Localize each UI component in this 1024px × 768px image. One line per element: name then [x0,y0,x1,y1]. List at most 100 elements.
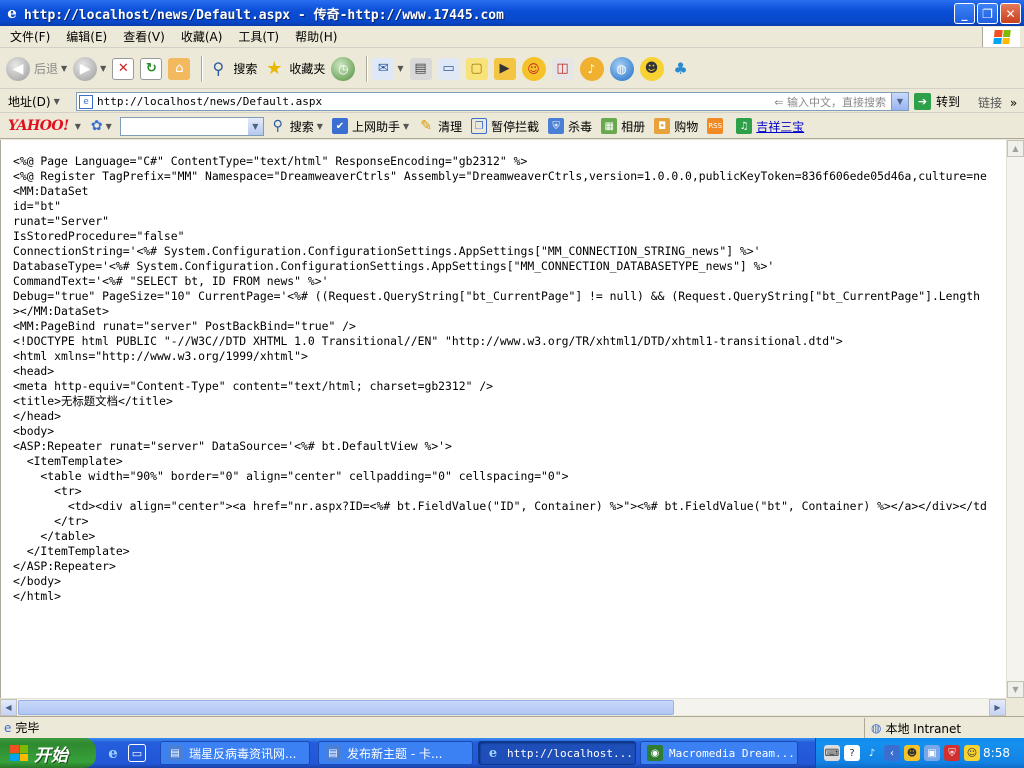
flower-dropdown-icon[interactable]: ▼ [106,122,112,131]
print-icon: ▤ [409,57,432,80]
address-url[interactable]: http://localhost/news/Default.aspx [97,95,322,108]
menu-edit[interactable]: 编辑(E) [60,28,113,45]
horizontal-scroll-thumb[interactable] [18,700,674,715]
clean-button[interactable]: ✎ 清理 [418,118,462,135]
source-line: <ASP:Repeater runat="server" DataSource=… [13,439,452,453]
task-localhost[interactable]: e http://localhost... [478,741,636,765]
network-icon[interactable]: ▣ [924,745,940,761]
zone-text: 本地 Intranet [885,721,962,736]
shopping-label: 购物 [674,119,699,134]
links-button[interactable]: 链接 » [978,94,1017,111]
address-dropdown-button[interactable]: ▼ [891,93,908,110]
source-line: </html> [13,589,62,603]
album-button[interactable]: ▦ 相册 [601,118,645,135]
research-button[interactable]: ◫ [551,57,574,80]
task-localhost-label: http://localhost... [507,746,633,760]
music-link[interactable]: 吉祥三宝 [756,118,804,135]
scroll-left-button[interactable]: ◀ [0,699,17,716]
task-dreamweaver[interactable]: ◉ Macromedia Dream... [640,741,798,765]
antivirus-button[interactable]: ⛨ 杀毒 [548,118,592,135]
msn-button[interactable]: ♣ [670,58,692,80]
favorites-button[interactable]: ★ 收藏夹 [263,58,325,80]
horizontal-scrollbar[interactable]: ◀ ▶ [0,698,1006,716]
ie-icon: e [7,4,17,22]
scroll-down-button[interactable]: ▼ [1007,681,1024,698]
minimize-button[interactable]: _ [954,3,975,24]
standard-toolbar: ◀ 后退 ▼ ▶ ▼ ✕ ↻ ⌂ ⚲ 搜索 ★ 收藏夹 ◷ ✉ ▼ ▤ ▭ ▢ … [0,49,1024,89]
yahoo-logo[interactable]: YAHOO! [8,118,69,134]
page-source-text: <%@ Page Language="C#" ContentType="text… [13,154,987,604]
menu-bar: 文件(F) 编辑(E) 查看(V) 收藏(A) 工具(T) 帮助(H) [0,26,1024,48]
go-button[interactable]: ➔ 转到 [914,93,960,110]
source-line: <MM:DataSet [13,184,89,198]
title-bar: e http://localhost/news/Default.aspx - 传… [0,0,1024,26]
messenger-button[interactable]: ☺ [521,56,546,81]
help-icon[interactable]: ? [844,745,860,761]
edit-button[interactable]: ▭ [437,57,460,80]
assistant-button[interactable]: ✔ 上网助手 ▼ [331,118,409,135]
smiley-tray-icon[interactable]: ☺ [964,745,980,761]
yahoo-menu-dropdown-icon[interactable]: ▼ [75,122,81,131]
ie-quicklaunch-icon[interactable]: e [104,744,122,762]
source-line: IsStoredProcedure="false" [13,229,185,243]
forward-dropdown-icon[interactable]: ▼ [100,64,106,73]
back-button[interactable]: ◀ 后退 ▼ [6,56,67,81]
popup-block-button[interactable]: ❐ 暂停拦截 [471,118,539,135]
discuss-button[interactable]: ▢ [465,57,488,80]
volume-icon[interactable]: ♪ [864,745,880,761]
keyboard-icon[interactable]: ⌨ [824,745,840,761]
vertical-scrollbar[interactable]: ▲ ▼ [1006,140,1024,698]
tray-collapse-icon[interactable]: ‹ [884,745,900,761]
task-rising[interactable]: ▤ 瑞星反病毒资讯网... [160,741,310,765]
page-done-icon: e [4,720,12,735]
mail-dropdown-icon[interactable]: ▼ [397,64,403,73]
bag-icon: ◘ [654,118,671,134]
yahoo-search-input[interactable]: ▼ [119,116,264,136]
source-line: </ASP:Repeater> [13,559,116,573]
menu-tools[interactable]: 工具(T) [232,28,285,45]
antivirus-tray-icon[interactable]: ⛨ [944,745,960,761]
home-button[interactable]: ⌂ [168,57,191,80]
alert-button[interactable]: ♪ [579,56,604,81]
history-icon: ◷ [331,56,356,81]
task-post[interactable]: ▤ 发布新主题 - 卡... [318,741,473,765]
rss-button[interactable]: RSS [707,118,727,134]
close-button[interactable]: ✕ [1000,3,1021,24]
globe-icon: ◍ [609,56,634,81]
forward-button[interactable]: ▶ ▼ [73,56,106,81]
menu-file[interactable]: 文件(F) [4,28,56,45]
flower-icon[interactable]: ✿ [91,118,103,134]
yahoo-search-button[interactable]: ⚲ 搜索 ▼ [270,118,323,135]
address-toolbar-dropdown-icon[interactable]: ▼ [54,97,60,106]
yahoo-search-menu-icon[interactable]: ▼ [317,122,323,131]
source-line: </body> [13,574,62,588]
print-button[interactable]: ▤ [409,57,432,80]
maximize-button[interactable]: ❐ [977,3,998,24]
yahoo-search-dropdown-icon[interactable]: ▼ [247,117,263,135]
desktop-quicklaunch-icon[interactable]: ▭ [128,744,146,762]
address-input[interactable]: e http://localhost/news/Default.aspx ⇐ 输… [76,92,909,111]
start-button[interactable]: 开始 [0,738,96,768]
back-dropdown-icon[interactable]: ▼ [61,64,67,73]
assistant-dropdown-icon[interactable]: ▼ [403,122,409,131]
scroll-up-button[interactable]: ▲ [1007,140,1024,157]
qq-button[interactable]: ☻ [639,56,664,81]
refresh-button[interactable]: ↻ [140,57,163,80]
shopping-button[interactable]: ◘ 购物 [654,118,698,135]
mail-button[interactable]: ✉ ▼ [372,57,404,80]
music-button[interactable]: ♫ 吉祥三宝 [736,118,804,135]
search-button[interactable]: ⚲ 搜索 [207,58,257,80]
menu-view[interactable]: 查看(V) [117,28,171,45]
menu-favorites[interactable]: 收藏(A) [175,28,229,45]
address-bar: 地址(D) ▼ e http://localhost/news/Default.… [0,90,1024,113]
menu-help[interactable]: 帮助(H) [289,28,343,45]
media-button[interactable]: ▶ [493,57,516,80]
globe-button[interactable]: ◍ [609,56,634,81]
window-controls: _ ❐ ✕ [954,3,1021,24]
qq-tray-icon[interactable]: ☻ [904,745,920,761]
scroll-right-button[interactable]: ▶ [989,699,1006,716]
history-button[interactable]: ◷ [331,56,356,81]
page-icon: e [79,94,93,109]
check-shield-icon: ✔ [331,118,348,134]
stop-button[interactable]: ✕ [112,57,135,80]
